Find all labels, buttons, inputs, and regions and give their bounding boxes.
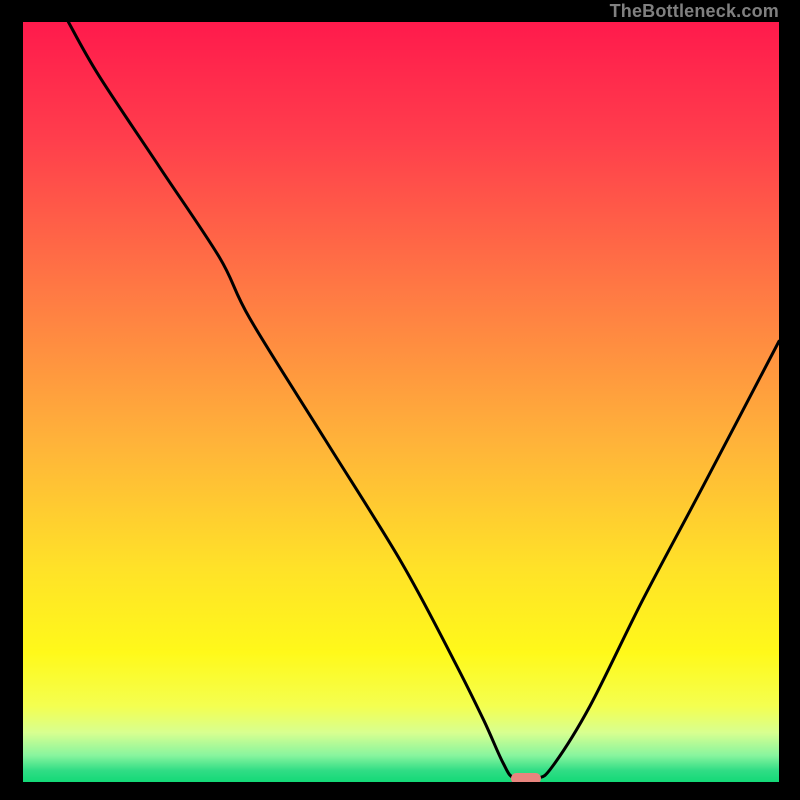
- bottleneck-curve: [23, 22, 779, 782]
- minimum-marker: [511, 773, 541, 782]
- plot-area: [23, 22, 779, 782]
- chart-frame: TheBottleneck.com: [0, 0, 800, 800]
- attribution-label: TheBottleneck.com: [610, 0, 779, 22]
